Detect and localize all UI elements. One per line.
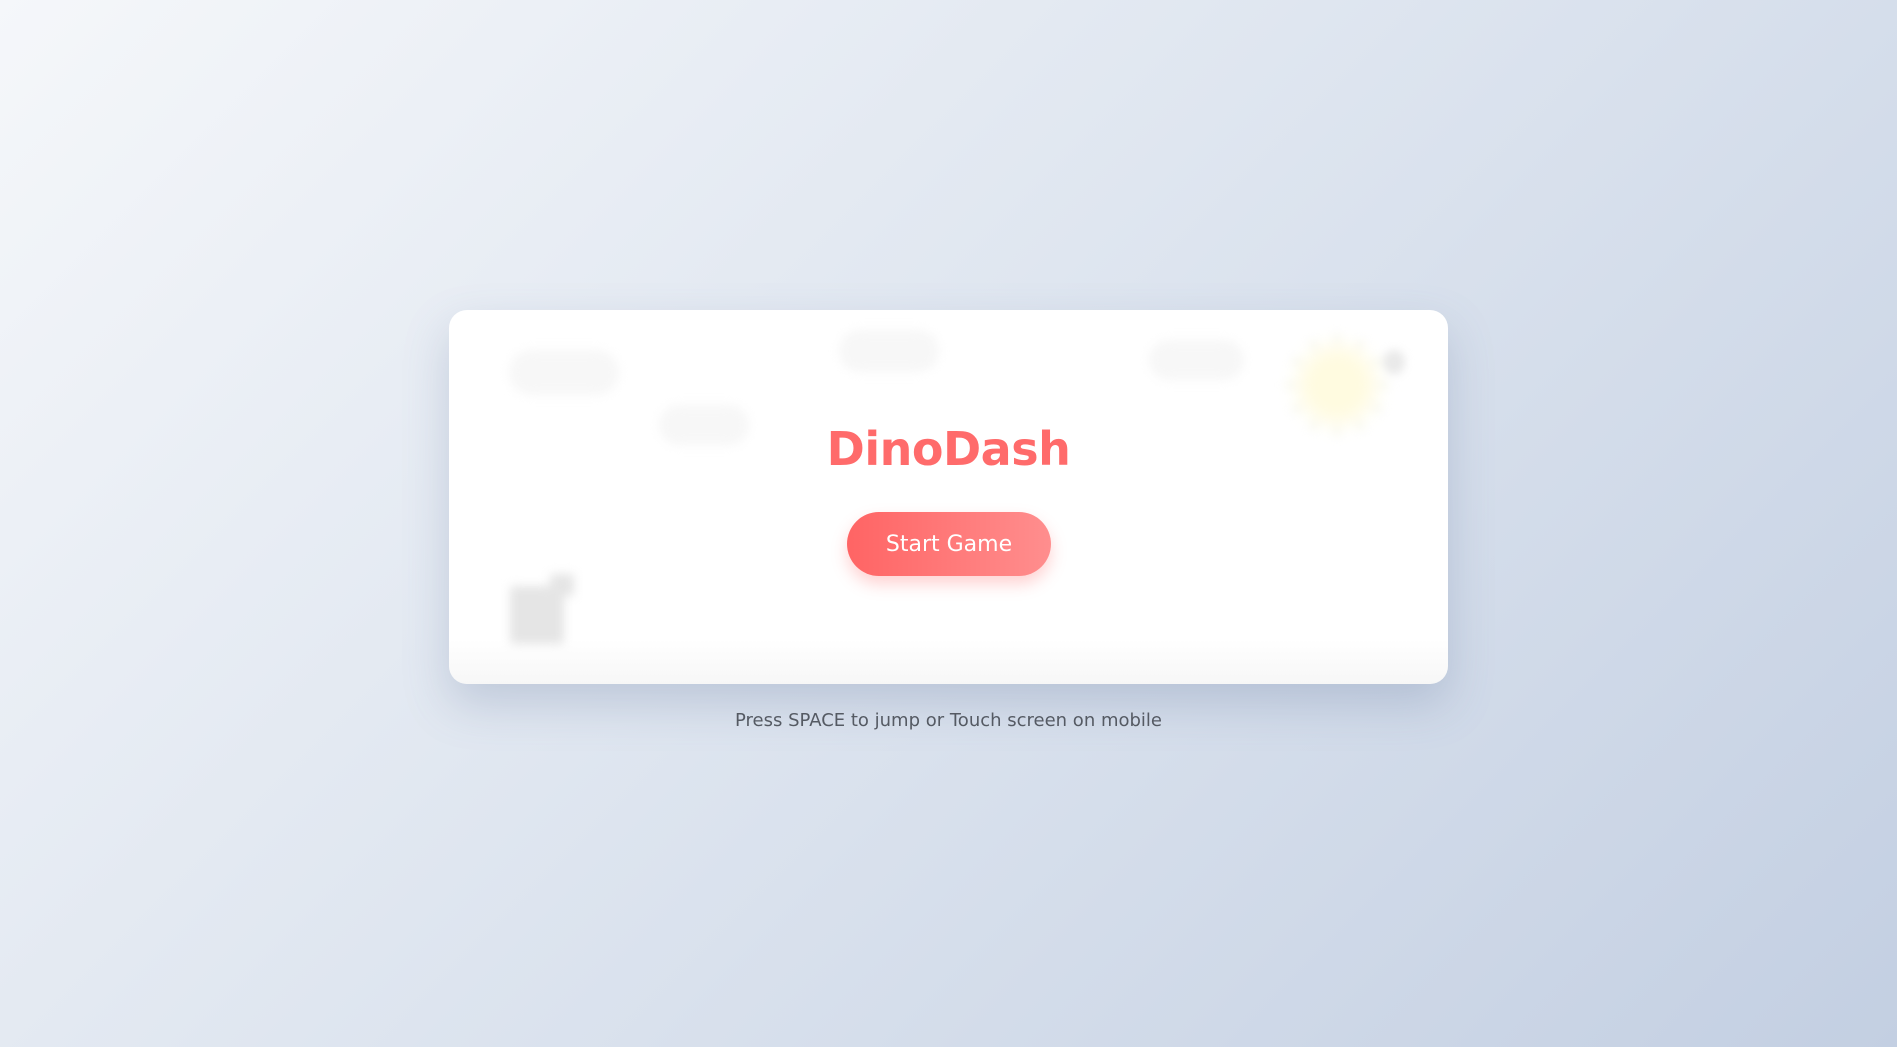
cloud-icon xyxy=(1149,340,1244,380)
game-canvas[interactable]: 0 DinoDash Start Game xyxy=(449,310,1448,684)
game-title: DinoDash xyxy=(826,422,1071,476)
score-display: 0 xyxy=(1384,346,1404,379)
game-scene-background: 0 xyxy=(449,310,1448,684)
dino-icon xyxy=(510,574,574,644)
cloud-icon xyxy=(509,350,619,395)
instructions-text: Press SPACE to jump or Touch screen on m… xyxy=(734,710,1163,731)
start-game-button[interactable]: Start Game xyxy=(847,512,1051,576)
cloud-icon xyxy=(839,330,939,372)
